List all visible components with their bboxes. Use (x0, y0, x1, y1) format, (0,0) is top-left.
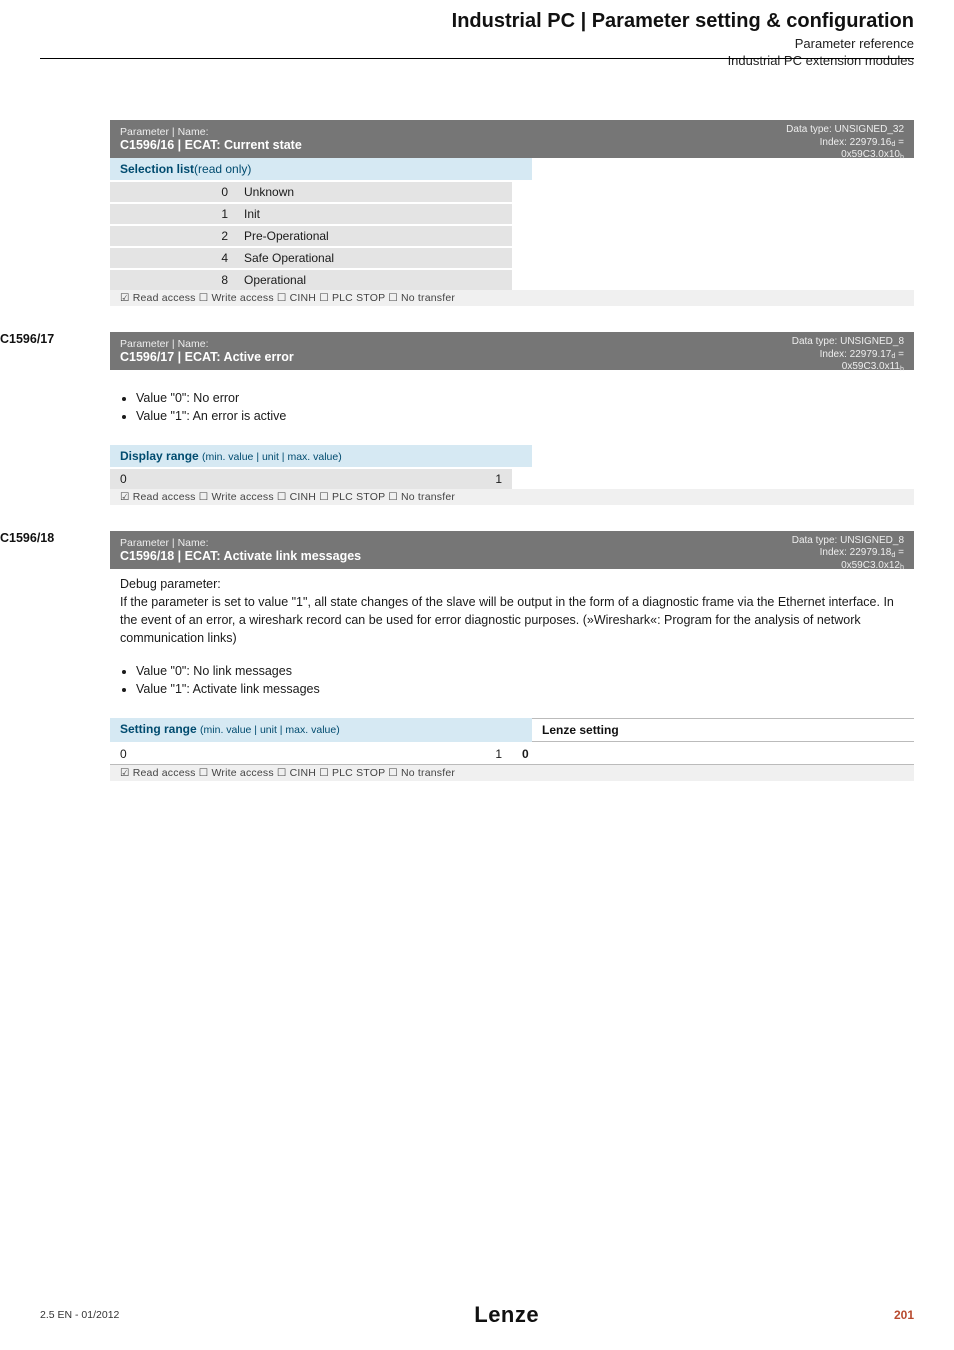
param-block-c1596-18: C1596/18 Parameter | Name: C1596/18 | EC… (110, 531, 914, 781)
dt-line2-sub: d (891, 139, 895, 148)
param-label: Parameter | Name: (120, 338, 904, 350)
range-max: 1 (240, 744, 512, 764)
range-max: 1 (240, 469, 512, 489)
range-suffix: (min. value | unit | max. value) (200, 724, 340, 736)
bullet-item: Value "0": No error (136, 389, 904, 408)
param-header: Parameter | Name: C1596/18 | ECAT: Activ… (110, 531, 914, 569)
subtitle-1: Parameter reference (795, 36, 914, 51)
section-code: C1596/18 (0, 531, 54, 545)
footer-note: 2.5 EN - 01/2012 (40, 1309, 119, 1321)
selection-row: 0 Unknown (110, 180, 512, 202)
page-footer: 2.5 EN - 01/2012 Lenze 201 (40, 1302, 914, 1328)
selection-row: 1 Init (110, 202, 512, 224)
debug-description: Debug parameter: If the parameter is set… (110, 569, 914, 718)
dt-line2: Index: 22979.16 (820, 137, 892, 148)
access-flags: ☑ Read access ☐ Write access ☐ CINH ☐ PL… (110, 290, 914, 306)
dt-line3-sub: h (900, 364, 904, 373)
param-label: Parameter | Name: (120, 537, 904, 549)
selection-num: 1 (110, 204, 236, 224)
range-min: 0 (110, 469, 240, 489)
bullet-item: Value "0": No link messages (136, 662, 894, 681)
page-subtitle: Parameter reference Industrial PC extens… (728, 36, 914, 70)
page-title: Industrial PC | Parameter setting & conf… (452, 10, 914, 33)
selection-text: Safe Operational (236, 248, 512, 268)
selection-text: Operational (236, 270, 512, 290)
page-number: 201 (894, 1308, 914, 1322)
param-datatype: Data type: UNSIGNED_32 Index: 22979.16d … (786, 124, 904, 162)
selection-text: Unknown (236, 182, 512, 202)
desc-head: Debug parameter: (120, 577, 221, 591)
param-block-c1596-16: Parameter | Name: C1596/16 | ECAT: Curre… (110, 120, 914, 306)
param-header: Parameter | Name: C1596/16 | ECAT: Curre… (110, 120, 914, 158)
dt-line1: Data type: UNSIGNED_32 (786, 124, 904, 135)
selection-text: Pre-Operational (236, 226, 512, 246)
setting-range-label: Setting range (120, 722, 197, 736)
read-only-label: (read only) (194, 162, 251, 176)
dt-line3: 0x59C3.0x11 (842, 361, 900, 372)
selection-num: 4 (110, 248, 236, 268)
selection-list-header: Selection list(read only) (110, 158, 532, 180)
section-code: C1596/17 (0, 332, 54, 346)
selection-row: 4 Safe Operational (110, 246, 512, 268)
desc-body: If the parameter is set to value "1", al… (120, 595, 894, 645)
range-min: 0 (110, 744, 240, 764)
selection-num: 2 (110, 226, 236, 246)
dt-line3-sub: h (900, 152, 904, 161)
setting-range-header: Setting range (min. value | unit | max. … (110, 718, 532, 742)
dt-line3: 0x59C3.0x12 (841, 560, 900, 571)
brand-logo: Lenze (474, 1302, 539, 1328)
param-datatype: Data type: UNSIGNED_8 Index: 22979.18d =… (792, 535, 904, 573)
bullet-item: Value "1": An error is active (136, 407, 904, 426)
dt-line3-sub: h (900, 562, 904, 571)
param-name: C1596/18 | ECAT: Activate link messages (120, 549, 904, 563)
dt-line1: Data type: UNSIGNED_8 (792, 336, 904, 347)
value-bullets: Value "0": No error Value "1": An error … (110, 383, 914, 433)
param-datatype: Data type: UNSIGNED_8 Index: 22979.17d =… (792, 336, 904, 374)
selection-row: 8 Operational (110, 268, 512, 290)
param-block-c1596-17: C1596/17 Parameter | Name: C1596/17 | EC… (110, 332, 914, 505)
selection-text: Init (236, 204, 512, 224)
setting-range-row: 0 1 0 (110, 742, 914, 765)
header-divider (40, 58, 914, 59)
dt-line2-eq: = (895, 547, 904, 558)
display-range-row: 0 1 (110, 467, 512, 489)
range-suffix: (min. value | unit | max. value) (202, 451, 342, 463)
selection-num: 0 (110, 182, 236, 202)
bullet-item: Value "1": Activate link messages (136, 680, 894, 699)
dt-line3: 0x59C3.0x10 (841, 149, 900, 160)
setting-range-header-row: Setting range (min. value | unit | max. … (110, 718, 914, 742)
dt-line2: Index: 22979.18 (820, 547, 892, 558)
dt-line2-eq: = (895, 137, 904, 148)
dt-line2-eq: = (895, 349, 904, 360)
lenze-default: 0 (512, 744, 914, 764)
lenze-setting-header: Lenze setting (532, 718, 914, 742)
dt-line2: Index: 22979.17 (820, 349, 892, 360)
param-header: Parameter | Name: C1596/17 | ECAT: Activ… (110, 332, 914, 370)
dt-line2-sub: d (891, 351, 895, 360)
display-range-header: Display range (min. value | unit | max. … (110, 445, 532, 467)
access-flags: ☑ Read access ☐ Write access ☐ CINH ☐ PL… (110, 489, 914, 505)
param-name: C1596/17 | ECAT: Active error (120, 350, 904, 364)
display-range-label: Display range (120, 449, 199, 463)
selection-num: 8 (110, 270, 236, 290)
dt-line1: Data type: UNSIGNED_8 (792, 535, 904, 546)
access-flags: ☑ Read access ☐ Write access ☐ CINH ☐ PL… (110, 765, 914, 781)
selection-list-label: Selection list (120, 162, 194, 176)
dt-line2-sub: d (891, 550, 895, 559)
selection-row: 2 Pre-Operational (110, 224, 512, 246)
subtitle-2: Industrial PC extension modules (728, 53, 914, 68)
